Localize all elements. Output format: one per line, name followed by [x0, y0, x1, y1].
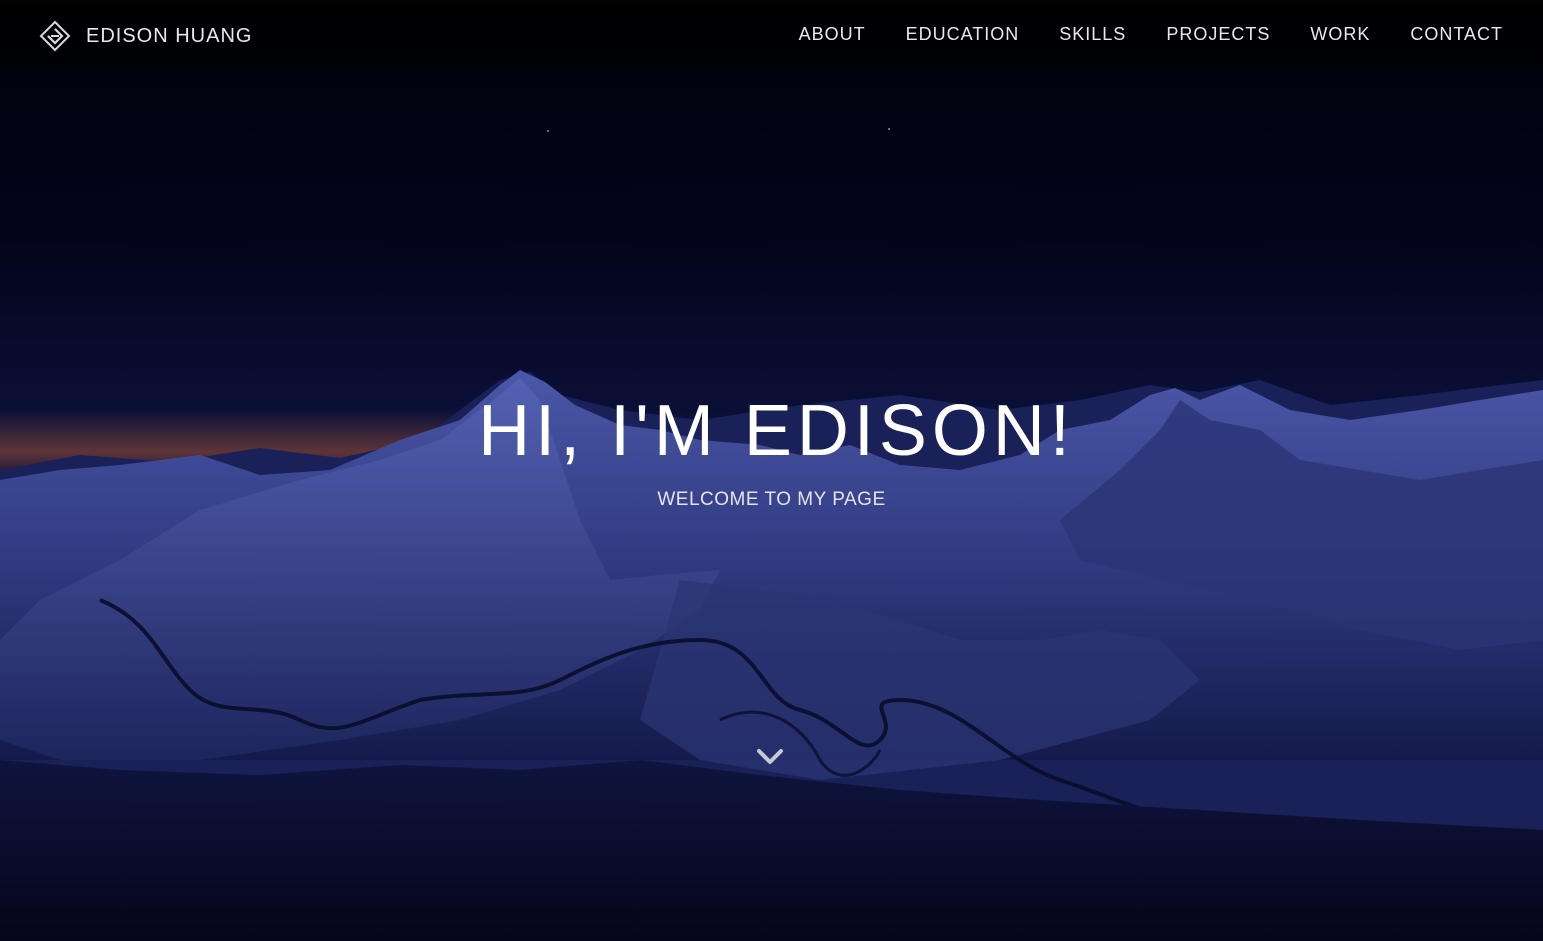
- hero-title: HI, I'M EDISON!: [478, 391, 1075, 471]
- hero-section: HI, I'M EDISON! WELCOME TO MY PAGE: [0, 385, 1543, 511]
- hero-subtitle: WELCOME TO MY PAGE: [657, 489, 886, 510]
- page: EDISON HUANG ABOUT EDUCATION SKILLS PROJ…: [0, 0, 1543, 941]
- nav-item-projects[interactable]: PROJECTS: [1166, 24, 1270, 45]
- diamond-logo-icon: [39, 20, 71, 52]
- navbar: EDISON HUANG ABOUT EDUCATION SKILLS PROJ…: [0, 0, 1543, 72]
- nav-item-education[interactable]: EDUCATION: [906, 24, 1020, 45]
- nav-item-about[interactable]: ABOUT: [799, 24, 866, 45]
- nav-item-skills[interactable]: SKILLS: [1059, 24, 1126, 45]
- nav-item-contact[interactable]: CONTACT: [1410, 24, 1503, 45]
- nav-item-work[interactable]: WORK: [1310, 24, 1370, 45]
- main-nav: ABOUT EDUCATION SKILLS PROJECTS WORK CON…: [759, 24, 1503, 45]
- chevron-down-icon[interactable]: [754, 744, 786, 770]
- brand-name: EDISON HUANG: [86, 24, 253, 47]
- brand-link[interactable]: EDISON HUANG: [38, 19, 252, 53]
